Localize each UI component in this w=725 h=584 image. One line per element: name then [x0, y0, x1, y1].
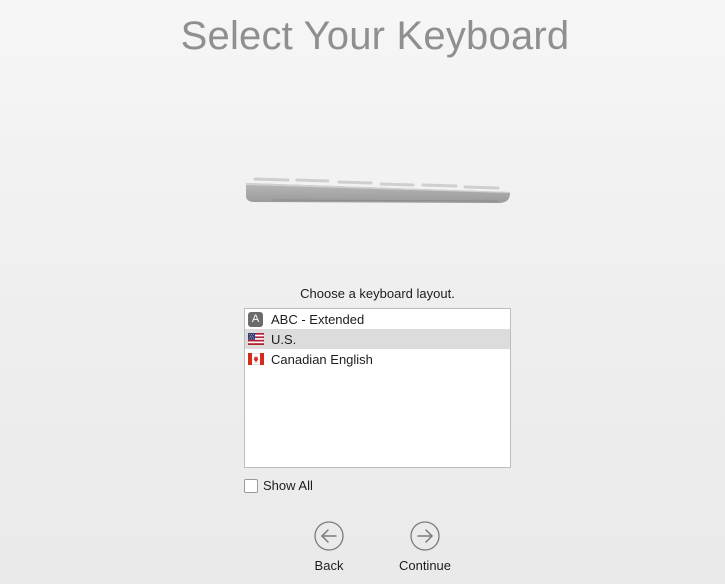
- page-title: Select Your Keyboard: [180, 14, 570, 58]
- show-all-checkbox[interactable]: [244, 478, 258, 493]
- show-all-option[interactable]: Show All: [244, 478, 313, 493]
- back-button-label: Back: [314, 558, 344, 573]
- back-button[interactable]: Back: [294, 521, 364, 573]
- layout-item-label: ABC - Extended: [271, 311, 365, 327]
- back-arrow-circle-icon[interactable]: [314, 521, 344, 551]
- abc-input-source-icon: A: [248, 311, 263, 327]
- layout-item-label: U.S.: [271, 331, 297, 347]
- continue-button-label: Continue: [398, 558, 452, 573]
- us-flag-icon: [248, 333, 264, 345]
- layout-prompt: Choose a keyboard layout.: [300, 286, 455, 301]
- keyboard-layout-list[interactable]: A ABC - Extended U.S. Canadian English: [244, 308, 511, 468]
- continue-button[interactable]: Continue: [390, 521, 460, 573]
- keyboard-illustration: [246, 177, 510, 203]
- show-all-label: Show All: [263, 478, 313, 493]
- layout-item-label: Canadian English: [271, 351, 373, 367]
- layout-item-us[interactable]: U.S.: [245, 329, 510, 349]
- layout-item-canadian-english[interactable]: Canadian English: [245, 349, 510, 369]
- forward-arrow-circle-icon[interactable]: [410, 521, 440, 551]
- canada-flag-icon: [248, 353, 264, 365]
- layout-item-abc-extended[interactable]: A ABC - Extended: [245, 309, 510, 329]
